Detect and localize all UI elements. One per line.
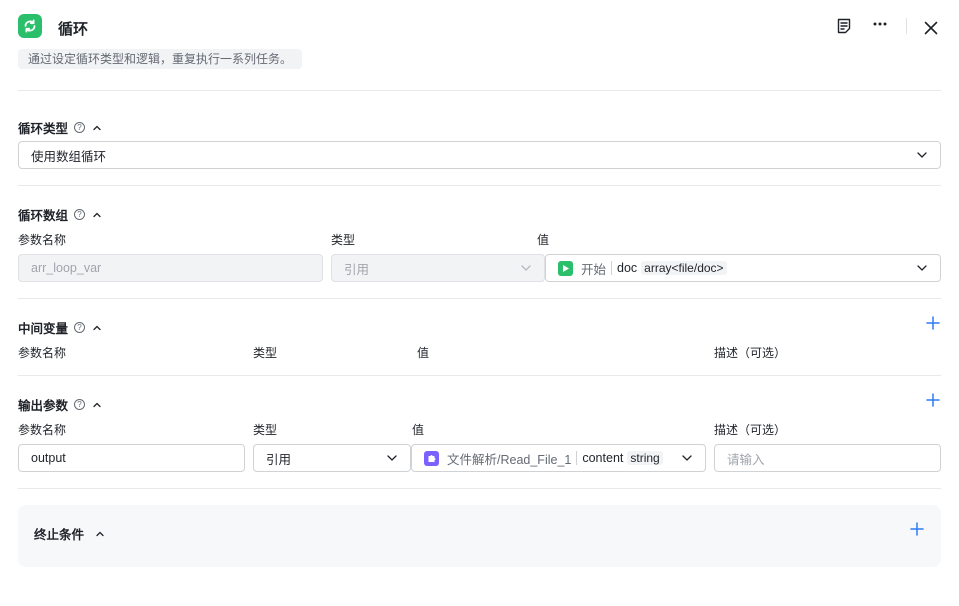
divider xyxy=(18,90,941,91)
array-param-name-input: arr_loop_var xyxy=(18,254,323,282)
section-intermediate: 中间变量 ? xyxy=(18,318,103,337)
array-type-value: 引用 xyxy=(344,262,370,277)
help-icon[interactable]: ? xyxy=(74,122,86,133)
add-end-condition-button[interactable] xyxy=(910,522,924,536)
loop-refresh-icon xyxy=(18,14,42,38)
more-icon[interactable] xyxy=(868,12,892,36)
chevron-up-icon[interactable] xyxy=(91,209,103,221)
close-icon[interactable] xyxy=(919,16,943,40)
chevron-up-icon[interactable] xyxy=(91,399,103,411)
loop-type-value: 使用数组循环 xyxy=(31,149,107,164)
page-title: 循环 xyxy=(58,21,89,38)
chevron-down-icon xyxy=(681,452,693,464)
section-loop-array: 循环数组 ? xyxy=(18,205,103,224)
column-value: 值 xyxy=(537,233,550,247)
column-type: 类型 xyxy=(331,233,356,247)
output-type-select[interactable]: 引用 xyxy=(253,444,411,472)
output-param-name-input[interactable]: output xyxy=(18,444,245,472)
column-type: 类型 xyxy=(253,346,278,360)
section-title: 输出参数 xyxy=(18,399,69,413)
section-output: 输出参数 ? xyxy=(18,395,103,414)
help-icon[interactable]: ? xyxy=(74,399,86,410)
chevron-down-icon xyxy=(386,452,398,464)
array-param-name-value: arr_loop_var xyxy=(31,261,102,275)
array-value-source: 开始 xyxy=(581,262,607,277)
separator xyxy=(611,261,613,275)
output-type-value: 引用 xyxy=(266,452,292,467)
section-loop-type: 循环类型 ? xyxy=(18,118,103,137)
chevron-up-icon[interactable] xyxy=(91,122,103,134)
column-value: 值 xyxy=(412,423,425,437)
output-param-name-value: output xyxy=(31,451,66,465)
separator xyxy=(576,451,578,465)
array-value-select[interactable]: 开始 doc array<file/doc> xyxy=(545,254,941,282)
help-icon[interactable]: ? xyxy=(74,322,86,333)
output-value-source: 文件解析/Read_File_1 xyxy=(447,452,572,467)
header-divider xyxy=(906,18,907,34)
divider xyxy=(18,185,941,186)
chevron-up-icon[interactable] xyxy=(91,322,103,334)
column-description: 描述（可选） xyxy=(714,423,787,437)
loop-type-select[interactable]: 使用数组循环 xyxy=(18,141,941,169)
chevron-up-icon[interactable] xyxy=(94,528,106,540)
add-intermediate-button[interactable] xyxy=(926,316,940,330)
chevron-down-icon xyxy=(520,262,532,274)
start-node-icon xyxy=(558,260,573,276)
column-param-name: 参数名称 xyxy=(18,423,67,437)
output-value-select[interactable]: 文件解析/Read_File_1 content string xyxy=(411,444,706,472)
chevron-down-icon xyxy=(916,262,928,274)
output-description-input[interactable]: 请输入 xyxy=(714,444,941,472)
add-output-button[interactable] xyxy=(926,393,940,407)
help-icon[interactable]: ? xyxy=(74,209,86,220)
output-value-type-tag: string xyxy=(627,451,663,465)
array-type-select: 引用 xyxy=(331,254,545,282)
divider xyxy=(18,298,941,299)
notes-icon[interactable] xyxy=(832,14,856,38)
section-title: 中间变量 xyxy=(18,322,69,336)
column-param-name: 参数名称 xyxy=(18,346,67,360)
section-title: 循环数组 xyxy=(18,209,69,223)
end-condition-panel xyxy=(18,505,941,567)
output-description-placeholder: 请输入 xyxy=(727,452,765,467)
output-value-field: content xyxy=(582,451,624,465)
column-type: 类型 xyxy=(253,423,278,437)
array-value-type-tag: array<file/doc> xyxy=(641,261,727,275)
section-end-condition: 终止条件 xyxy=(34,524,106,543)
plugin-puzzle-icon xyxy=(424,450,439,466)
section-title: 循环类型 xyxy=(18,122,69,136)
column-param-name: 参数名称 xyxy=(18,233,67,247)
section-title: 终止条件 xyxy=(34,528,85,542)
column-value: 值 xyxy=(417,346,430,360)
chevron-down-icon xyxy=(916,149,928,161)
column-description: 描述（可选） xyxy=(714,346,787,360)
divider xyxy=(18,488,941,489)
array-value-field: doc xyxy=(617,261,638,275)
divider xyxy=(18,375,941,376)
node-description: 通过设定循环类型和逻辑，重复执行一系列任务。 xyxy=(18,49,303,69)
